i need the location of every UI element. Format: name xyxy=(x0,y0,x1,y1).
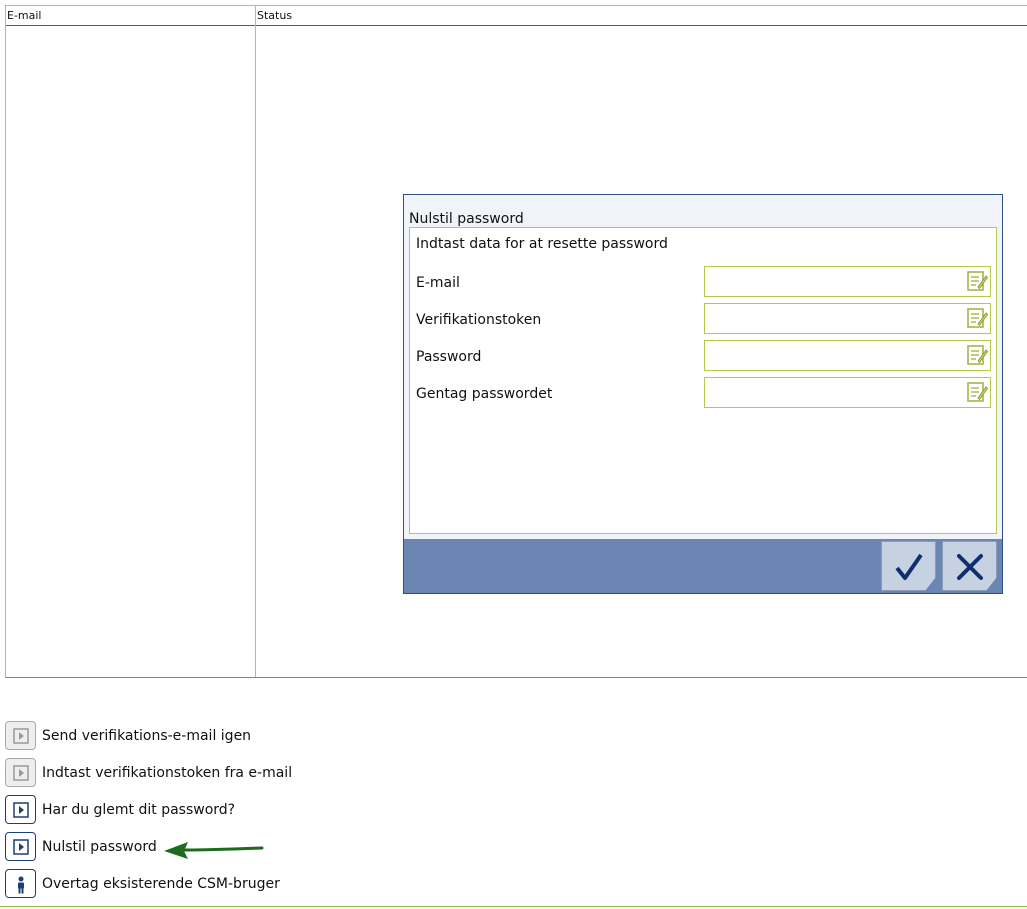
check-icon xyxy=(895,553,923,580)
action-button[interactable] xyxy=(5,795,36,824)
table-header: E-mail Status xyxy=(6,6,1027,26)
column-divider xyxy=(255,6,256,677)
dialog-title: Nulstil password xyxy=(409,211,524,227)
dialog-body: Indtast data for at resette password E-m… xyxy=(409,227,997,534)
password-label: Password xyxy=(416,349,482,365)
cancel-button[interactable] xyxy=(942,541,997,591)
edit-icon[interactable] xyxy=(966,381,988,403)
token-row: Verifikationstoken xyxy=(410,303,996,335)
token-field-box[interactable] xyxy=(704,303,991,334)
action-enter-token[interactable]: Indtast verifikationstoken fra e-mail xyxy=(5,758,405,790)
play-icon xyxy=(13,839,29,855)
action-label: Indtast verifikationstoken fra e-mail xyxy=(42,765,293,781)
password-field[interactable] xyxy=(709,342,963,371)
repeat-password-field-box[interactable] xyxy=(704,377,991,408)
action-forgot-password[interactable]: Har du glemt dit password? xyxy=(5,795,405,827)
token-label: Verifikationstoken xyxy=(416,312,542,328)
repeat-password-row: Gentag passwordet xyxy=(410,377,996,409)
action-label: Nulstil password xyxy=(42,839,157,855)
action-label: Overtag eksisterende CSM-bruger xyxy=(42,876,280,892)
email-row: E-mail xyxy=(410,266,996,298)
edit-icon[interactable] xyxy=(966,344,988,366)
email-label: E-mail xyxy=(416,275,460,291)
action-button[interactable] xyxy=(5,721,36,750)
action-take-over-user[interactable]: Overtag eksisterende CSM-bruger xyxy=(5,869,405,901)
action-label: Har du glemt dit password? xyxy=(42,802,236,818)
play-icon xyxy=(13,802,29,818)
password-row: Password xyxy=(410,340,996,372)
password-field-box[interactable] xyxy=(704,340,991,371)
action-button[interactable] xyxy=(5,758,36,787)
bottom-divider xyxy=(0,906,1027,907)
confirm-button[interactable] xyxy=(881,541,936,591)
reset-password-dialog: Nulstil password Indtast data for at res… xyxy=(403,194,1003,594)
repeat-password-field[interactable] xyxy=(709,379,963,408)
edit-icon[interactable] xyxy=(966,270,988,292)
column-header-status[interactable]: Status xyxy=(257,9,292,22)
email-field-box[interactable] xyxy=(704,266,991,297)
play-icon xyxy=(13,728,29,744)
token-field[interactable] xyxy=(709,305,963,334)
annotation-arrow-icon xyxy=(164,842,264,859)
column-header-email[interactable]: E-mail xyxy=(7,9,42,22)
action-button[interactable] xyxy=(5,869,36,898)
dialog-footer xyxy=(404,539,1002,593)
play-icon xyxy=(13,765,29,781)
action-resend-verification[interactable]: Send verifikations-e-mail igen xyxy=(5,721,405,753)
email-field[interactable] xyxy=(709,268,963,297)
action-label: Send verifikations-e-mail igen xyxy=(42,728,252,744)
dialog-intro-text: Indtast data for at resette password xyxy=(416,236,668,252)
action-button[interactable] xyxy=(5,832,36,861)
edit-icon[interactable] xyxy=(966,307,988,329)
repeat-password-label: Gentag passwordet xyxy=(416,386,553,402)
person-icon xyxy=(18,876,24,894)
close-icon xyxy=(957,554,983,580)
